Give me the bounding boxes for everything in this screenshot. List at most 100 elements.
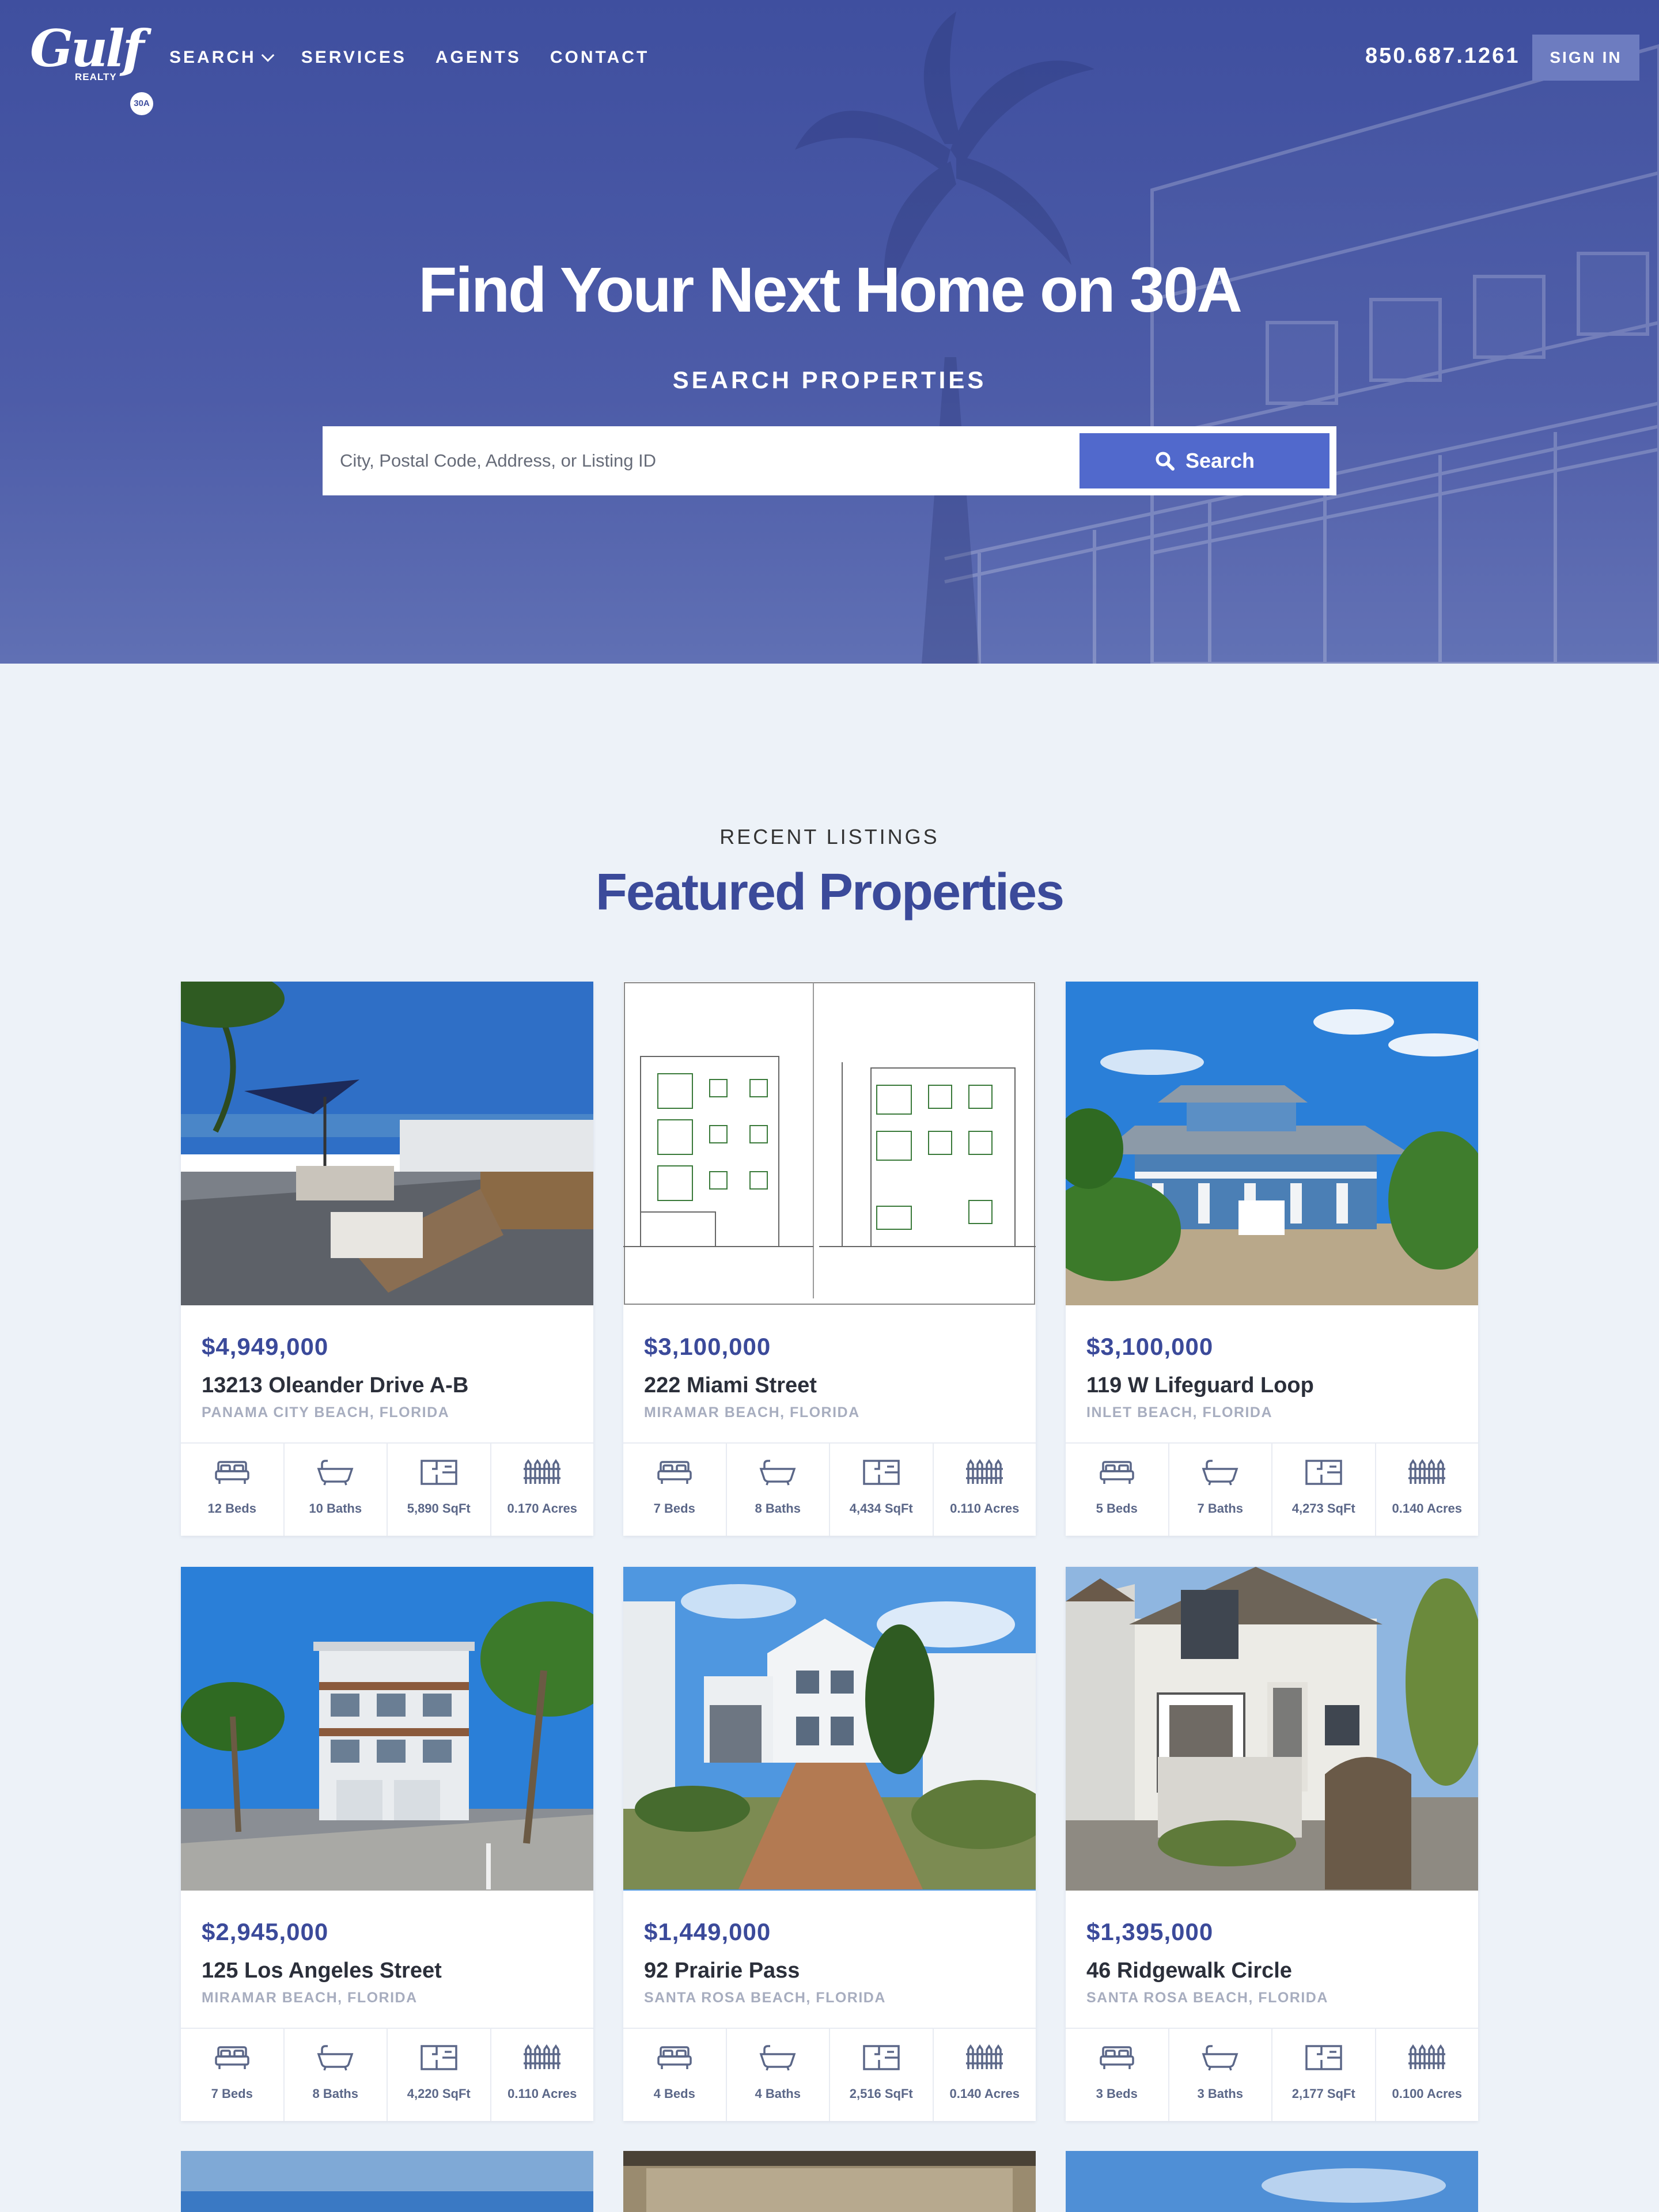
floorplan-icon	[1305, 1460, 1342, 1485]
property-search-bar: Search	[323, 426, 1336, 495]
property-stats: 12 Beds 10 Baths 5,890 SqFt 0.170 Acres	[181, 1442, 593, 1536]
property-photo	[623, 2151, 1036, 2212]
chevron-down-icon	[261, 48, 275, 62]
fence-icon	[966, 2044, 1003, 2069]
phone-number-link[interactable]: 850.687.1261	[1365, 44, 1520, 69]
property-photo	[1066, 982, 1478, 1305]
property-photo	[181, 2151, 593, 2212]
logo-subtitle: REALTY	[75, 71, 117, 82]
stat-beds: 4 Beds	[623, 2029, 727, 2121]
stat-sqft-label: 2,516 SqFt	[849, 2086, 913, 2101]
property-city: SANTA ROSA BEACH, FLORIDA	[1086, 1990, 1328, 2006]
stat-sqft-label: 5,890 SqFt	[407, 1501, 471, 1516]
search-icon	[1156, 452, 1175, 471]
stat-acres: 0.110 Acres	[934, 1444, 1036, 1536]
gulf-realty-logo[interactable]: Gulf REALTY 30A	[30, 23, 153, 115]
bathtub-icon	[759, 2045, 796, 2071]
property-city: PANAMA CITY BEACH, FLORIDA	[202, 1404, 450, 1421]
nav-link-search[interactable]: SEARCH	[169, 48, 275, 67]
property-address: 119 W Lifeguard Loop	[1086, 1373, 1314, 1397]
property-stats: 7 Beds 8 Baths 4,220 SqFt 0.110 Acres	[181, 2028, 593, 2121]
stat-sqft: 4,273 SqFt	[1272, 1444, 1376, 1536]
stat-beds: 12 Beds	[181, 1444, 285, 1536]
stat-acres: 0.100 Acres	[1376, 2029, 1479, 2121]
search-button[interactable]: Search	[1080, 433, 1330, 488]
stat-beds: 5 Beds	[1066, 1444, 1169, 1536]
stat-sqft: 2,516 SqFt	[830, 2029, 934, 2121]
property-card[interactable]: $2,945,000 125 Los Angeles Street MIRAMA…	[181, 1567, 593, 2121]
sign-in-button[interactable]: SIGN IN	[1532, 35, 1639, 81]
bathtub-icon	[317, 2045, 354, 2071]
stat-baths-label: 3 Baths	[1197, 2086, 1243, 2101]
stat-baths: 7 Baths	[1169, 1444, 1272, 1536]
stat-beds-label: 7 Beds	[211, 2086, 253, 2101]
property-address: 222 Miami Street	[644, 1373, 817, 1397]
property-card[interactable]: $4,949,000 13213 Oleander Drive A-B PANA…	[181, 982, 593, 1536]
logo-badge: 30A	[130, 92, 153, 115]
stat-beds-label: 3 Beds	[1096, 2086, 1138, 2101]
stat-sqft: 4,220 SqFt	[388, 2029, 491, 2121]
stat-sqft: 4,434 SqFt	[830, 1444, 934, 1536]
stat-acres-label: 0.110 Acres	[507, 2086, 577, 2101]
stat-acres: 0.110 Acres	[491, 2029, 594, 2121]
stat-baths-label: 10 Baths	[309, 1501, 362, 1516]
property-stats: 4 Beds 4 Baths 2,516 SqFt 0.140 Acres	[623, 2028, 1036, 2121]
property-city: INLET BEACH, FLORIDA	[1086, 1404, 1273, 1421]
bed-icon	[1100, 1461, 1134, 1484]
stat-acres: 0.170 Acres	[491, 1444, 594, 1536]
property-photo	[1066, 2151, 1478, 2212]
stat-baths: 8 Baths	[285, 2029, 388, 2121]
property-address: 125 Los Angeles Street	[202, 1959, 442, 1983]
property-stats: 7 Beds 8 Baths 4,434 SqFt 0.110 Acres	[623, 1442, 1036, 1536]
floorplan-icon	[421, 2045, 457, 2070]
stat-baths-label: 8 Baths	[312, 2086, 358, 2101]
property-city: SANTA ROSA BEACH, FLORIDA	[644, 1990, 886, 2006]
nav-link-agents[interactable]: AGENTS	[435, 48, 521, 67]
stat-beds-label: 4 Beds	[653, 2086, 695, 2101]
nav-link-services[interactable]: SERVICES	[301, 48, 407, 67]
fence-icon	[1408, 2044, 1446, 2069]
bathtub-icon	[1202, 1460, 1238, 1486]
hero-title: Find Your Next Home on 30A	[418, 255, 1243, 325]
property-price: $2,945,000	[202, 1918, 329, 1945]
stat-baths-label: 7 Baths	[1197, 1501, 1243, 1516]
property-card[interactable]: $1,395,000 46 Ridgewalk Circle SANTA ROS…	[1066, 1567, 1478, 2121]
property-card-partial[interactable]	[623, 2151, 1036, 2212]
stat-baths: 8 Baths	[727, 1444, 830, 1536]
stat-acres: 0.140 Acres	[1376, 1444, 1479, 1536]
property-card-partial[interactable]	[181, 2151, 593, 2212]
stat-acres-label: 0.100 Acres	[1392, 2086, 1462, 2101]
fence-icon	[1408, 1459, 1446, 1484]
stat-baths: 4 Baths	[727, 2029, 830, 2121]
stat-sqft-label: 4,273 SqFt	[1291, 1501, 1355, 1516]
property-price: $1,449,000	[644, 1918, 771, 1945]
property-price: $4,949,000	[202, 1333, 329, 1360]
property-address: 13213 Oleander Drive A-B	[202, 1373, 469, 1397]
stat-acres-label: 0.170 Acres	[507, 1501, 577, 1516]
property-stats: 3 Beds 3 Baths 2,177 SqFt 0.100 Acres	[1066, 2028, 1478, 2121]
property-card[interactable]: $3,100,000 222 Miami Street MIRAMAR BEAC…	[623, 982, 1036, 1536]
bathtub-icon	[759, 1460, 796, 1486]
nav-link-contact[interactable]: CONTACT	[550, 48, 649, 67]
stat-acres-label: 0.140 Acres	[949, 2086, 1020, 2101]
floorplan-icon	[863, 2045, 900, 2070]
stat-acres: 0.140 Acres	[934, 2029, 1036, 2121]
property-photo	[623, 982, 1036, 1305]
property-photo	[1066, 1567, 1478, 1891]
property-card-partial[interactable]	[1066, 2151, 1478, 2212]
property-card[interactable]: $3,100,000 119 W Lifeguard Loop INLET BE…	[1066, 982, 1478, 1536]
bed-icon	[215, 1461, 249, 1484]
property-city: MIRAMAR BEACH, FLORIDA	[202, 1990, 418, 2006]
stat-beds-label: 12 Beds	[207, 1501, 256, 1516]
stat-beds-label: 5 Beds	[1096, 1501, 1138, 1516]
stat-baths: 10 Baths	[285, 1444, 388, 1536]
bathtub-icon	[1202, 2045, 1238, 2071]
stat-sqft: 2,177 SqFt	[1272, 2029, 1376, 2121]
property-photo	[623, 1567, 1036, 1891]
stat-beds: 3 Beds	[1066, 2029, 1169, 2121]
property-card[interactable]: $1,449,000 92 Prairie Pass SANTA ROSA BE…	[623, 1567, 1036, 2121]
hero-banner: Gulf REALTY 30A SEARCH SERVICES AGENTS C…	[0, 0, 1659, 664]
stat-beds: 7 Beds	[623, 1444, 727, 1536]
floorplan-icon	[863, 1460, 900, 1485]
search-input[interactable]	[323, 426, 1071, 495]
